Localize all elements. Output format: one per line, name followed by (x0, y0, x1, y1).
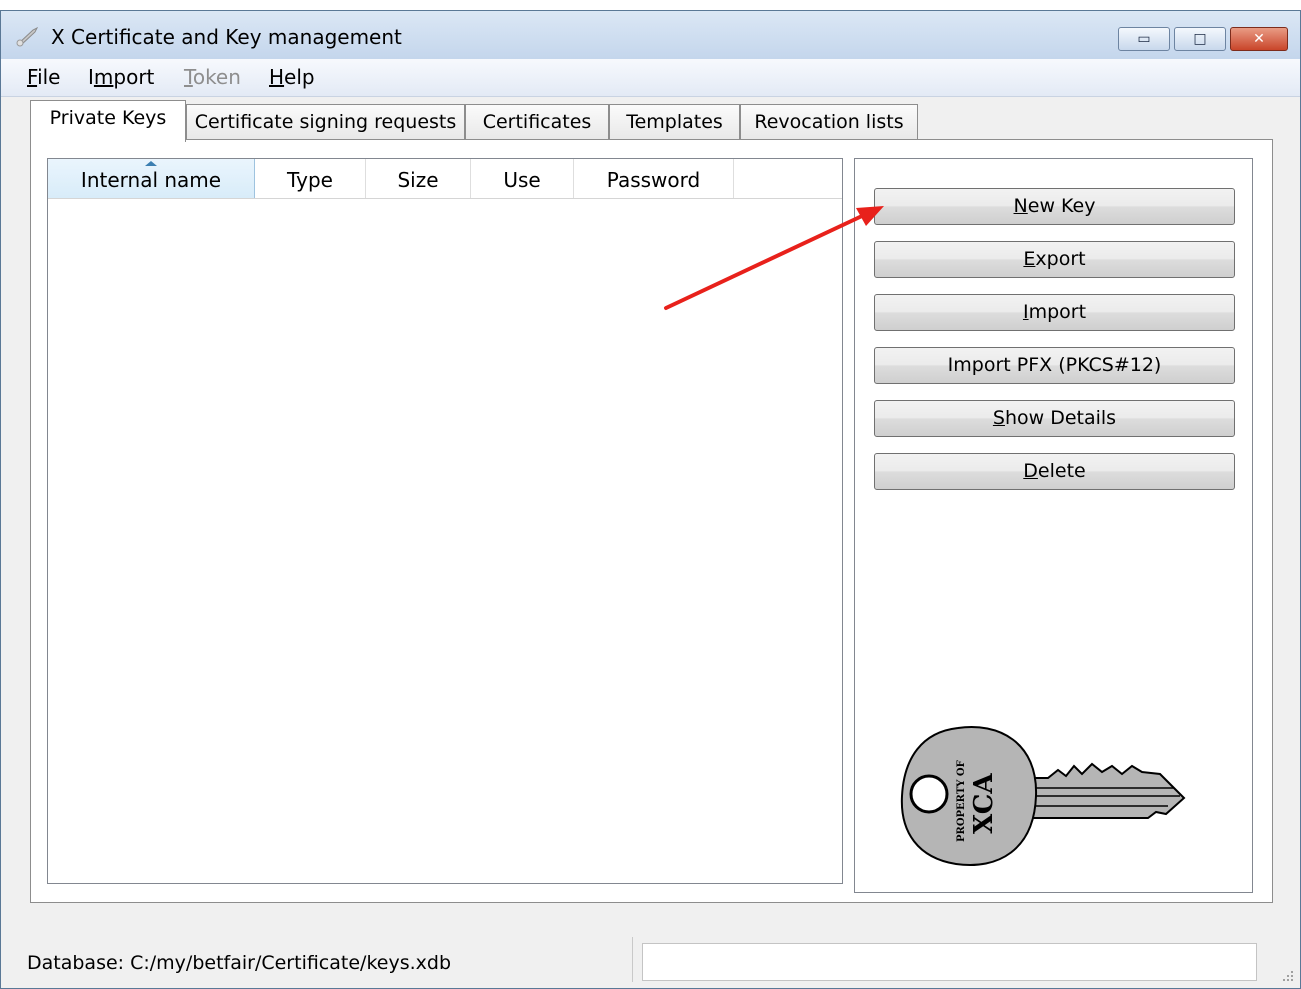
minimize-button[interactable]: ▭ (1118, 27, 1170, 51)
export-button[interactable]: Export (874, 241, 1235, 278)
table-header: Internal name Type Size Use Password (48, 159, 842, 199)
column-header-use[interactable]: Use (471, 159, 574, 198)
key-logo: PROPERTY OF XCA (900, 726, 1186, 866)
tab-certificate-signing-requests[interactable]: Certificate signing requests (186, 104, 465, 140)
menu-import[interactable]: Import (88, 65, 154, 89)
key-hole (909, 774, 949, 814)
tab-certificates[interactable]: Certificates (465, 104, 609, 140)
delete-button[interactable]: Delete (874, 453, 1235, 490)
keys-table[interactable]: Internal name Type Size Use Password (47, 158, 843, 884)
sort-ascending-icon (145, 161, 157, 166)
resize-grip-icon[interactable] (1281, 969, 1295, 983)
maximize-button[interactable]: □ (1174, 27, 1226, 51)
close-button[interactable]: ✕ (1230, 27, 1288, 51)
key-text-brand: XCA (969, 773, 999, 834)
key-blade (1015, 762, 1186, 819)
status-message-field (642, 943, 1257, 981)
key-text-property: PROPERTY OF (956, 760, 967, 842)
window-title: X Certificate and Key management (51, 25, 402, 49)
show-details-button[interactable]: Show Details (874, 400, 1235, 437)
title-bar[interactable]: X Certificate and Key management ▭ □ ✕ (1, 11, 1300, 59)
import-pfx-button[interactable]: Import PFX (PKCS#12) (874, 347, 1235, 384)
tab-templates[interactable]: Templates (609, 104, 740, 140)
new-key-button[interactable]: New Key (874, 188, 1235, 225)
menu-bar: File Import Token Help (1, 59, 1300, 97)
menu-token: Token (184, 65, 241, 89)
close-icon: ✕ (1253, 31, 1265, 47)
tab-private-keys[interactable]: Private Keys (30, 100, 186, 142)
column-header-internal-name[interactable]: Internal name (48, 159, 255, 198)
menu-file[interactable]: File (27, 65, 60, 89)
column-header-type[interactable]: Type (255, 159, 366, 198)
import-button[interactable]: Import (874, 294, 1235, 331)
column-header-size[interactable]: Size (366, 159, 471, 198)
app-icon (16, 26, 39, 47)
menu-help[interactable]: Help (269, 65, 315, 89)
column-header-label: Internal name (80, 168, 222, 192)
tab-revocation-lists[interactable]: Revocation lists (740, 104, 918, 140)
minimize-icon: ▭ (1137, 31, 1151, 47)
column-header-password[interactable]: Password (574, 159, 734, 198)
maximize-icon: □ (1193, 31, 1207, 47)
status-divider (632, 937, 633, 982)
database-path: Database: C:/my/betfair/Certificate/keys… (27, 952, 452, 974)
